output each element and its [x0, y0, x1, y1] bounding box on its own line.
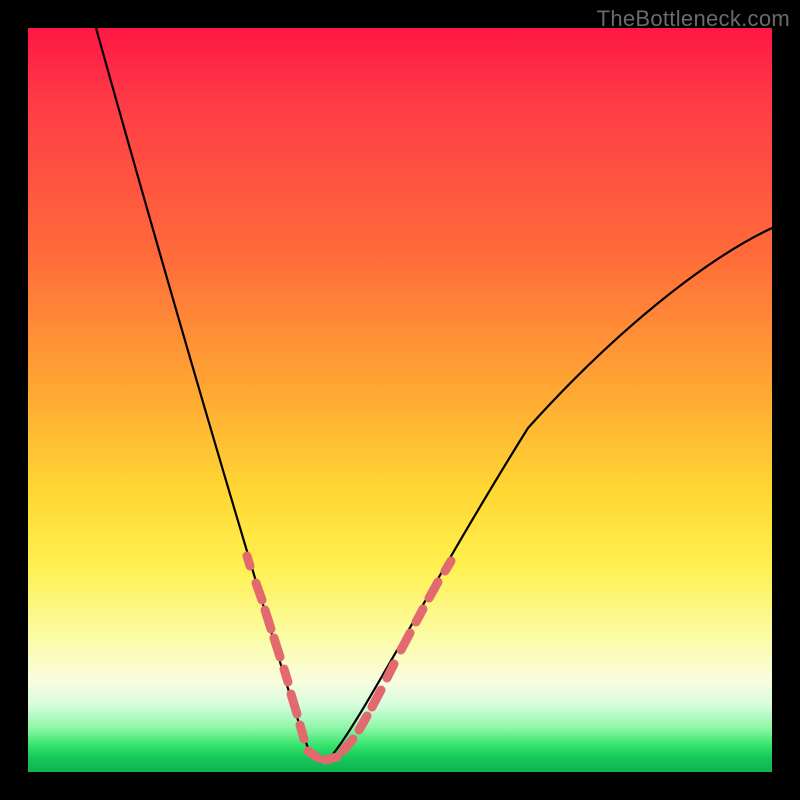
curve-svg	[28, 28, 772, 772]
plot-area	[28, 28, 772, 772]
chart-frame: TheBottleneck.com	[0, 0, 800, 800]
bottleneck-curve	[96, 28, 772, 760]
dash-markers-left	[247, 556, 304, 739]
dash-markers-right	[359, 561, 451, 730]
dash-markers-floor	[308, 739, 353, 760]
